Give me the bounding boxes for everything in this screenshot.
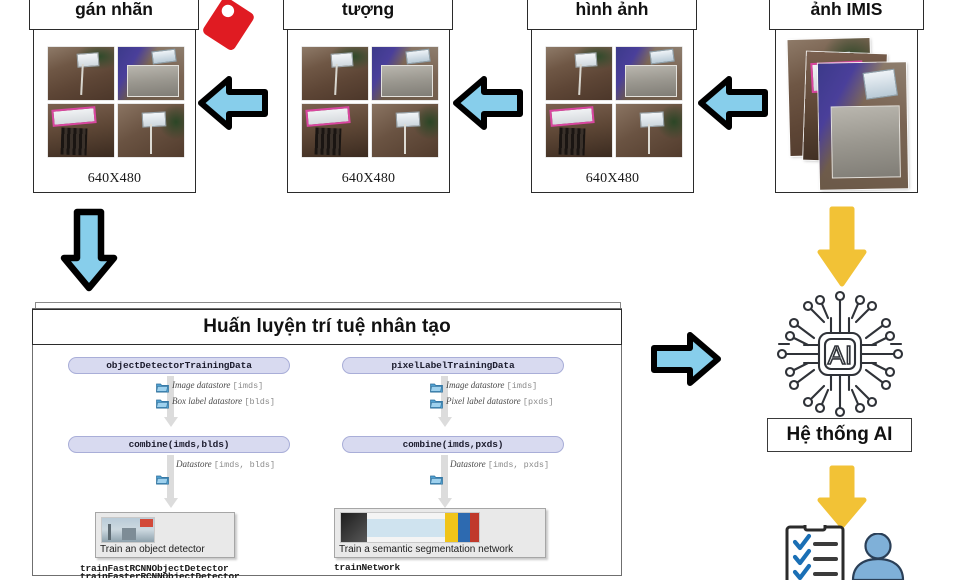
checklist-icon: [784, 520, 846, 585]
datastore-var-imds: [imds]: [232, 381, 264, 391]
training-panel-title: Huấn luyện trí tuệ nhân tạo: [32, 309, 622, 345]
train-object-detector-card[interactable]: Train an object detector: [95, 512, 235, 558]
combine-imds-pxds-label: combine(imds,pxds): [402, 439, 504, 450]
price-tag-icon: [196, 0, 258, 58]
combine-imds-pxds-pill: combine(imds,pxds): [342, 436, 564, 453]
pixel-label-training-data-pill: pixelLabelTrainingData: [342, 357, 564, 374]
stage-imis-dataset-title-line2: ảnh IMIS: [810, 0, 883, 19]
datastore-text-imds-2: Image datastore [imds]: [446, 380, 537, 391]
stage-image-normalization-title-line2: hình ảnh: [575, 0, 649, 19]
arrow-right-blue: [650, 330, 722, 388]
stage-labeled-dataset-title-line2: gán nhãn: [75, 0, 153, 19]
photo-thumbnail: [302, 104, 368, 157]
training-title-text: Huấn luyện trí tuệ nhân tạo: [203, 316, 451, 337]
ai-system-label: Hệ thống AI: [786, 424, 893, 445]
semantic-segmentation-preview-image: [340, 512, 480, 543]
arrow-left-blue-1: [197, 74, 269, 132]
arrow-left-blue-3: [697, 74, 769, 132]
photo-thumbnail: [118, 104, 184, 157]
datastore-icon: [156, 472, 169, 485]
stage-labeled-dataset-photo-grid: [48, 47, 184, 157]
photo-thumbnail: [546, 104, 612, 157]
stage-object-labeling-dimension: 640X480: [341, 171, 396, 186]
stage-image-normalization-header: Chuẩn hóa hình ảnh: [527, 0, 697, 30]
ai-chip-icon: AI: [764, 288, 916, 420]
object-detector-training-data-pill: objectDetectorTrainingData: [68, 357, 290, 374]
stage-object-labeling-header: Gán nhãn đối tượng: [283, 0, 453, 30]
stage-object-labeling-photo-grid: [302, 47, 438, 157]
object-detector-preview-image: [101, 517, 155, 543]
stage-image-normalization-photo-grid: [546, 47, 682, 157]
datastore-icon: [430, 472, 443, 485]
photo-thumbnail: [372, 47, 438, 100]
datastore-icon: [430, 396, 443, 409]
raw-photo: [817, 62, 909, 190]
stage-image-normalization-dimension: 640X480: [585, 171, 640, 186]
datastore-icon: [430, 380, 443, 393]
datastore-label-combined-1: Datastore: [176, 459, 212, 469]
train-semantic-segmentation-caption: Train a semantic segmentation network: [339, 544, 514, 555]
train-semantic-segmentation-card[interactable]: Train a semantic segmentation network: [334, 508, 546, 558]
train-network-function: trainNetwork: [334, 562, 401, 573]
ai-chip-text: AI: [828, 340, 853, 370]
stage-object-labeling-title-line2: tượng: [341, 0, 395, 19]
datastore-text-combined-1: Datastore [imds, blds]: [176, 459, 275, 470]
datastore-var-pxds: [pxds]: [522, 397, 554, 407]
combine-imds-blds-pill: combine(imds,blds): [68, 436, 290, 453]
datastore-label-imds: Image datastore: [172, 380, 231, 390]
datastore-label-pxds: Pixel label datastore: [446, 396, 521, 406]
arrow-down-blue: [58, 206, 120, 292]
train-object-detector-function-2: trainFasterRCNNObjectDetector: [80, 571, 240, 578]
pixel-label-training-data-label: pixelLabelTrainingData: [391, 360, 515, 371]
arrow-left-blue-2: [452, 74, 524, 132]
datastore-var-combined-2: [imds, pxds]: [487, 460, 550, 470]
datastore-label-imds-2: Image datastore: [446, 380, 505, 390]
datastore-icon: [156, 380, 169, 393]
photo-thumbnail: [546, 47, 612, 100]
stage-labeled-dataset-dimension: 640X480: [87, 171, 142, 186]
photo-thumbnail: [48, 104, 114, 157]
train-object-detector-caption: Train an object detector: [100, 544, 205, 555]
stage-labeled-dataset-header: Tập dữ liệu gán nhãn: [29, 0, 199, 30]
datastore-label-combined-2: Datastore: [450, 459, 486, 469]
photo-thumbnail: [372, 104, 438, 157]
datastore-var-combined-1: [imds, blds]: [213, 460, 276, 470]
photo-thumbnail: [616, 47, 682, 100]
photo-thumbnail: [118, 47, 184, 100]
photo-thumbnail: [48, 47, 114, 100]
combine-imds-blds-label: combine(imds,blds): [128, 439, 230, 450]
datastore-text-combined-2: Datastore [imds, pxds]: [450, 459, 549, 470]
arrow-down-yellow-2: [815, 464, 869, 530]
stage-imis-dataset-photo-stack: [775, 35, 918, 190]
stage-imis-dataset-header: Bộ dữ liệu hình ảnh IMIS: [769, 0, 924, 30]
datastore-text-imds: Image datastore [imds]: [172, 380, 263, 391]
object-detector-training-data-label: objectDetectorTrainingData: [106, 360, 252, 371]
ai-system-label-box: Hệ thống AI: [767, 418, 912, 452]
datastore-var-blds: [blds]: [244, 397, 276, 407]
photo-thumbnail: [302, 47, 368, 100]
arrow-down-yellow-1: [815, 204, 869, 288]
datastore-var-imds-2: [imds]: [506, 381, 538, 391]
photo-thumbnail: [616, 104, 682, 157]
datastore-label-blds: Box label datastore: [172, 396, 243, 406]
datastore-text-pxds: Pixel label datastore [pxds]: [446, 396, 554, 407]
datastore-icon: [156, 396, 169, 409]
datastore-text-blds: Box label datastore [blds]: [172, 396, 275, 407]
person-icon: [850, 532, 906, 582]
